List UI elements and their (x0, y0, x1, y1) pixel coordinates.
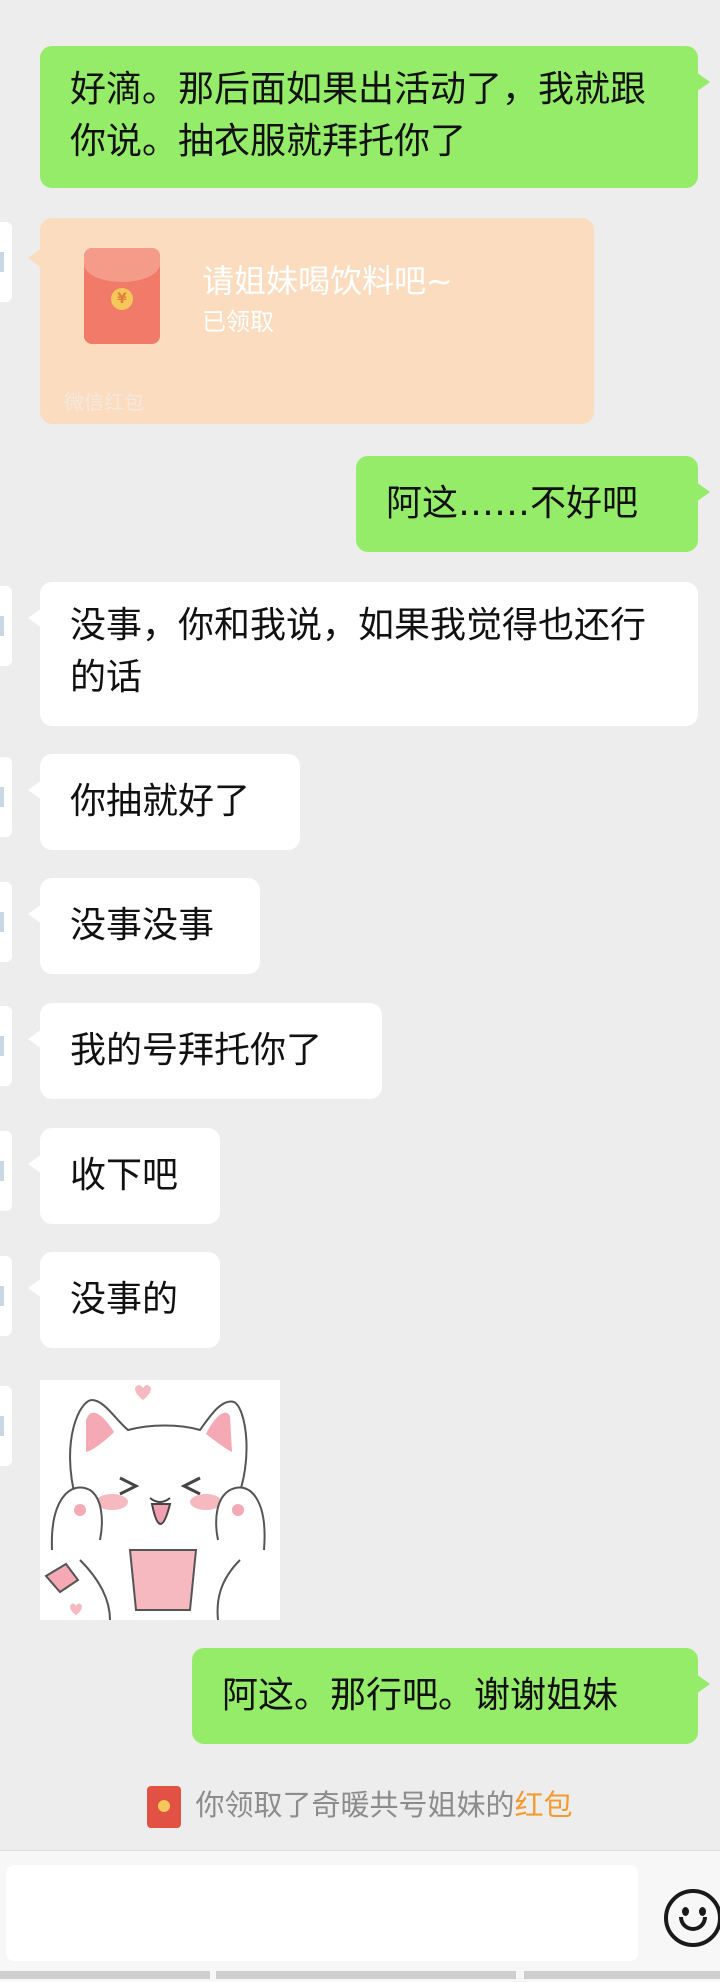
emoji-icon[interactable] (664, 1889, 720, 1947)
message-bubble-incoming[interactable]: 我的号拜托你了 (28, 1003, 382, 1099)
emoji-eye (682, 1907, 689, 1916)
bottom-divider (0, 1971, 210, 1979)
red-packet-card[interactable]: ¥ 请姐妹喝饮料吧~ 已领取 微信红包 (28, 218, 594, 424)
message-bubble-incoming[interactable]: 没事的 (28, 1252, 220, 1348)
bottom-divider (216, 1971, 516, 1979)
message-text: 阿这……不好吧 (386, 483, 639, 524)
red-packet-label: 微信红包 (64, 390, 144, 414)
message-bubble-outgoing[interactable]: 阿这。那行吧。谢谢姐妹 (192, 1648, 710, 1744)
emoji-eye (699, 1907, 706, 1916)
avatar-partial[interactable] (0, 586, 12, 666)
message-text: 没事没事 (70, 905, 215, 946)
avatar-partial[interactable] (0, 222, 12, 302)
avatar-partial[interactable] (0, 1256, 12, 1336)
message-bubble-outgoing[interactable]: 阿这……不好吧 (356, 456, 710, 552)
message-text: 我的号拜托你了 (70, 1030, 323, 1071)
avatar-partial[interactable] (0, 1131, 12, 1211)
avatar-partial[interactable] (0, 1386, 12, 1466)
message-bubble-incoming[interactable]: 没事，你和我说，如果我觉得也还行的话 (28, 582, 698, 726)
input-bar (0, 1850, 720, 1982)
avatar-partial[interactable] (0, 757, 12, 837)
red-packet-icon: ¥ (84, 248, 160, 344)
message-bubble-outgoing[interactable]: 好滴。那后面如果出活动了，我就跟你说。抽衣服就拜托你了 (40, 46, 710, 188)
message-text: 没事的 (70, 1279, 179, 1320)
red-packet-status: 已领取 (202, 308, 274, 336)
message-bubble-incoming[interactable]: 没事没事 (28, 878, 260, 974)
red-packet-icon (147, 1786, 182, 1828)
red-packet-link[interactable]: 红包 (515, 1788, 573, 1822)
red-packet-title: 请姐妹喝饮料吧~ (202, 262, 453, 300)
avatar-partial[interactable] (0, 1006, 12, 1086)
message-text: 没事，你和我说，如果我觉得也还行的话 (70, 605, 647, 698)
system-notice-text: 你领取了奇暖共号姐妹的 (195, 1788, 515, 1822)
message-text: 阿这。那行吧。谢谢姐妹 (222, 1675, 619, 1716)
sticker-cat-image[interactable] (40, 1380, 280, 1620)
coin-icon: ¥ (111, 288, 133, 310)
system-notice: 你领取了奇暖共号姐妹的红包 (0, 1782, 720, 1828)
message-text: 好滴。那后面如果出活动了，我就跟你说。抽衣服就拜托你了 (70, 69, 647, 162)
emoji-mouth (679, 1917, 707, 1931)
message-bubble-incoming[interactable]: 收下吧 (28, 1128, 220, 1224)
message-text: 收下吧 (70, 1155, 179, 1196)
sticker-cat-drawing (44, 1385, 266, 1620)
message-text: 你抽就好了 (70, 781, 251, 822)
avatar-partial[interactable] (0, 882, 12, 962)
message-input[interactable] (6, 1865, 638, 1961)
bottom-divider (524, 1971, 720, 1979)
message-bubble-incoming[interactable]: 你抽就好了 (28, 754, 300, 850)
